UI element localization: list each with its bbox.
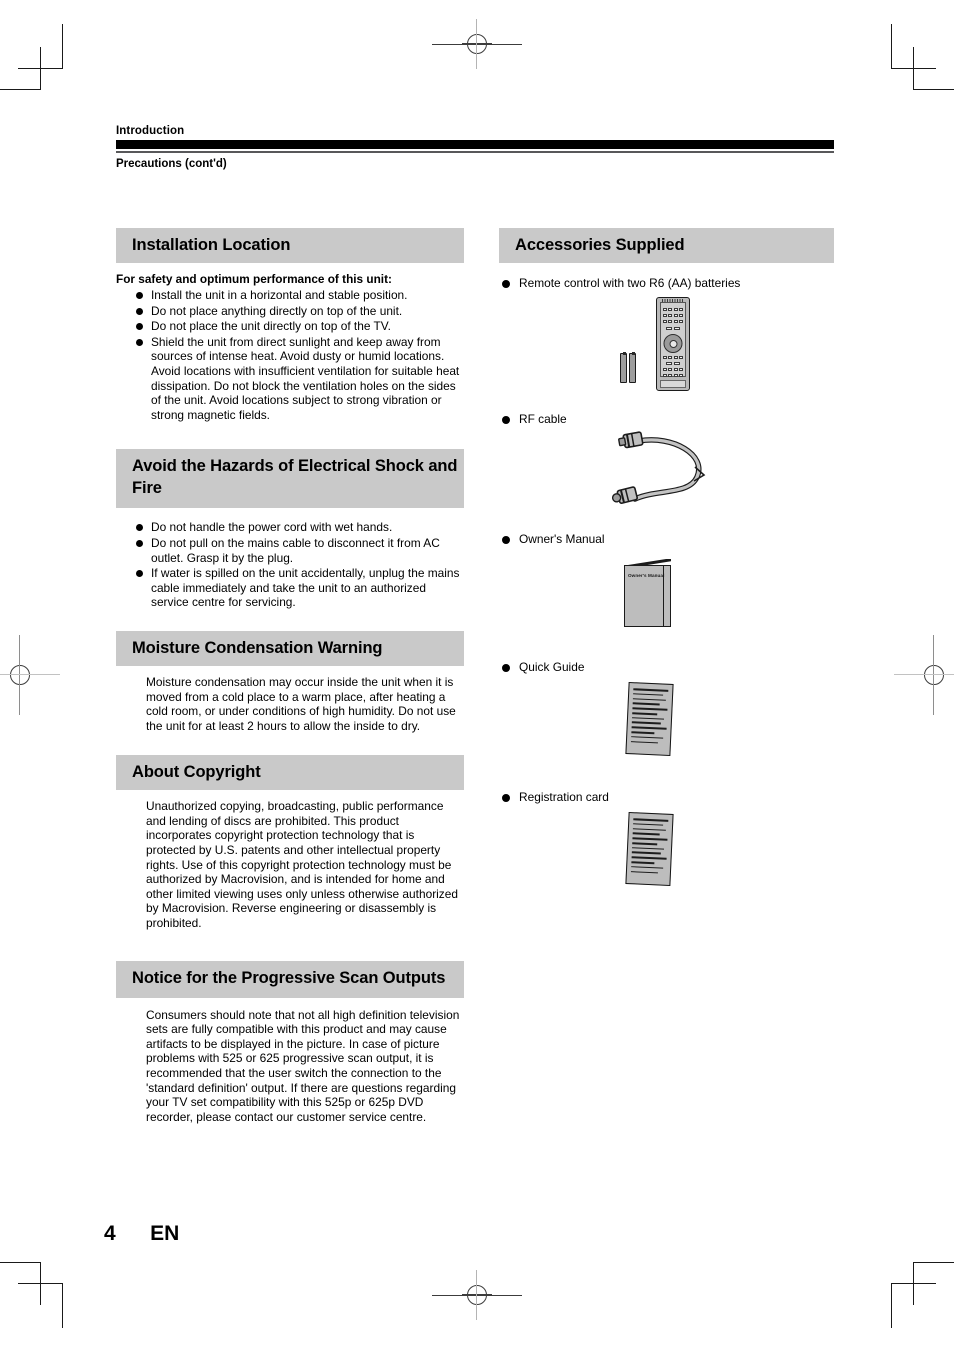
accessory-label-text: Owner's Manual bbox=[519, 532, 605, 546]
list-item: If water is spilled on the unit accident… bbox=[134, 566, 464, 610]
section-paragraph: Consumers should note that not all high … bbox=[146, 1007, 460, 1124]
list-item-text: If water is spilled on the unit accident… bbox=[151, 566, 460, 610]
remote-ok-button bbox=[669, 339, 677, 348]
bullet-icon bbox=[502, 416, 510, 424]
section-paragraph: Unauthorized copying, broadcasting, publ… bbox=[146, 799, 458, 931]
accessory-label-text: Remote control with two R6 (AA) batterie… bbox=[519, 276, 741, 290]
accessory-label: Owner's Manual bbox=[499, 532, 834, 547]
section-heading-accessories: Accessories Supplied bbox=[499, 228, 834, 263]
list-item-text: Do not handle the power cord with wet ha… bbox=[151, 520, 393, 535]
section-installation-location: Installation Location For safety and opt… bbox=[116, 228, 464, 422]
registration-card-illustration bbox=[499, 805, 834, 907]
accessory-item-registration-card: Registration card bbox=[499, 790, 834, 907]
accessory-label: RF cable bbox=[499, 412, 834, 427]
remote-battery-door bbox=[660, 380, 686, 388]
left-column: Installation Location For safety and opt… bbox=[116, 228, 464, 1124]
bullet-icon bbox=[502, 664, 510, 672]
bullet-icon bbox=[136, 570, 143, 578]
sheet-text-lines bbox=[630, 818, 669, 881]
list-item: Do not pull on the mains cable to discon… bbox=[134, 536, 464, 565]
remote-control-icon bbox=[656, 297, 690, 391]
list-item: Shield the unit from direct sunlight and… bbox=[134, 335, 464, 423]
quick-guide-illustration bbox=[499, 675, 834, 777]
list-item-text: Do not place the unit directly on top of… bbox=[151, 319, 391, 334]
battery-icon bbox=[620, 351, 627, 383]
running-head-subtitle: Precautions (cont'd) bbox=[116, 158, 227, 170]
battery-icon bbox=[629, 351, 636, 383]
document-sheet-icon bbox=[625, 682, 674, 756]
page-footer: 4 EN bbox=[104, 1222, 179, 1246]
section-paragraph: Moisture condensation may occur inside t… bbox=[146, 674, 456, 733]
bullet-list: Do not handle the power cord with wet ha… bbox=[134, 520, 464, 610]
language-code: EN bbox=[150, 1222, 180, 1245]
remote-control-illustration bbox=[499, 291, 834, 399]
rf-cable-icon bbox=[611, 431, 706, 504]
remote-faceplate bbox=[660, 302, 686, 377]
bullet-icon bbox=[136, 307, 143, 315]
list-item-text: Install the unit in a horizontal and sta… bbox=[151, 288, 408, 302]
page-number: 4 bbox=[104, 1222, 116, 1245]
bullet-icon bbox=[502, 794, 510, 802]
accessory-label: Registration card bbox=[499, 790, 834, 805]
bullet-icon bbox=[502, 536, 510, 544]
owners-manual-illustration: Owner's Manual bbox=[499, 547, 834, 647]
accessory-item-rf-cable: RF cable bbox=[499, 412, 834, 519]
remote-dpad bbox=[663, 334, 683, 353]
section-heading: Notice for the Progressive Scan Outputs bbox=[116, 960, 464, 998]
section-progressive-scan-notice: Notice for the Progressive Scan Outputs … bbox=[116, 960, 464, 1125]
list-item: Do not place the unit directly on top of… bbox=[134, 319, 464, 334]
section-lead-in: For safety and optimum performance of th… bbox=[116, 272, 392, 286]
rf-cable-illustration bbox=[499, 427, 834, 519]
accessory-item-owners-manual: Owner's Manual Owner's Manual bbox=[499, 532, 834, 647]
section-heading: Avoid the Hazards of Electrical Shock an… bbox=[116, 449, 464, 509]
sheet-text-lines bbox=[630, 688, 669, 751]
document-sheet-icon bbox=[625, 812, 674, 886]
running-head-black-rule bbox=[116, 140, 834, 149]
running-head-gray-rule bbox=[116, 151, 834, 153]
section-moisture-condensation: Moisture Condensation Warning Moisture c… bbox=[116, 630, 464, 733]
list-item-text: Do not pull on the mains cable to discon… bbox=[151, 535, 440, 565]
right-column: Accessories Supplied Remote control with… bbox=[499, 228, 834, 907]
booklet-icon: Owner's Manual bbox=[624, 559, 671, 627]
bullet-icon bbox=[136, 524, 143, 532]
section-heading: Moisture Condensation Warning bbox=[116, 630, 464, 666]
running-head-category: Introduction bbox=[116, 125, 185, 137]
booklet-cover-title: Owner's Manual bbox=[628, 573, 665, 578]
bullet-icon bbox=[136, 323, 143, 331]
bullet-icon bbox=[136, 338, 143, 346]
section-heading: About Copyright bbox=[116, 755, 464, 791]
accessory-label-text: RF cable bbox=[519, 412, 567, 426]
batteries-icon bbox=[620, 351, 637, 383]
section-electrical-hazards: Avoid the Hazards of Electrical Shock an… bbox=[116, 449, 464, 610]
accessory-label: Remote control with two R6 (AA) batterie… bbox=[499, 276, 834, 291]
section-heading: Installation Location bbox=[116, 228, 464, 263]
accessory-label-text: Registration card bbox=[519, 790, 609, 804]
bullet-list: Install the unit in a horizontal and sta… bbox=[134, 288, 464, 422]
bullet-icon bbox=[136, 539, 143, 547]
accessory-label: Quick Guide bbox=[499, 660, 834, 675]
accessory-item-remote: Remote control with two R6 (AA) batterie… bbox=[499, 276, 834, 399]
list-item: Do not handle the power cord with wet ha… bbox=[134, 520, 464, 535]
accessory-label-text: Quick Guide bbox=[519, 660, 585, 674]
accessory-item-quick-guide: Quick Guide bbox=[499, 660, 834, 777]
manual-page: Introduction Precautions (cont'd) Instal… bbox=[0, 0, 954, 1351]
bullet-icon bbox=[502, 280, 510, 288]
list-item-text: Shield the unit from direct sunlight and… bbox=[151, 334, 460, 422]
running-head: Introduction Precautions (cont'd) bbox=[116, 124, 834, 170]
bullet-icon bbox=[136, 292, 143, 299]
list-item-text: Do not place anything directly on top of… bbox=[151, 303, 403, 318]
list-item: Install the unit in a horizontal and sta… bbox=[134, 288, 464, 303]
section-about-copyright: About Copyright Unauthorized copying, br… bbox=[116, 755, 464, 930]
list-item: Do not place anything directly on top of… bbox=[134, 304, 464, 319]
